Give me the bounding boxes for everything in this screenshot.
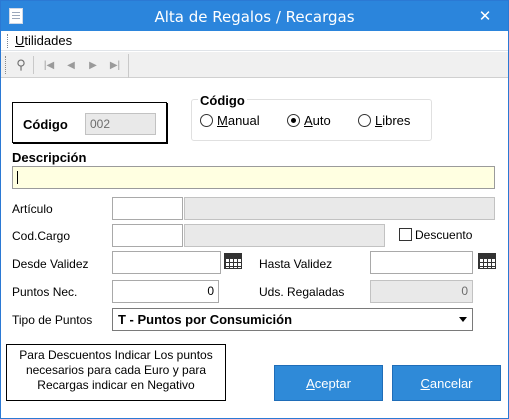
puntos-nec-input[interactable]: 0 xyxy=(112,280,219,303)
menu-utilidades[interactable]: Utilidades xyxy=(15,33,72,48)
accept-button[interactable]: Aceptar xyxy=(274,365,383,401)
puntos-nec-label: Puntos Nec. xyxy=(12,285,78,299)
dialog-window: Alta de Regalos / Recargas ✕ Utilidades … xyxy=(0,0,509,419)
radio-libres[interactable]: Libres xyxy=(358,113,410,128)
help-note: Para Descuentos Indicar Los puntos neces… xyxy=(6,344,226,401)
menu-bar: Utilidades xyxy=(1,31,508,51)
tipo-puntos-selected: T - Puntos por Consumición xyxy=(118,312,293,327)
hasta-validez-input[interactable] xyxy=(370,251,473,274)
codigo-group-label: Código xyxy=(198,93,247,108)
articulo-label: Artículo xyxy=(12,202,53,216)
calendar-icon[interactable] xyxy=(478,253,496,269)
desde-validez-input[interactable] xyxy=(112,251,221,274)
cancel-button[interactable]: Cancelar xyxy=(392,365,501,401)
tipo-puntos-label: Tipo de Puntos xyxy=(12,313,93,327)
chevron-down-icon xyxy=(459,317,467,322)
radio-manual[interactable]: Manual xyxy=(200,113,260,128)
descripcion-input[interactable] xyxy=(12,166,495,189)
previous-record-icon[interactable]: ◀ xyxy=(61,55,81,75)
cod-cargo-label: Cod.Cargo xyxy=(12,229,71,243)
hasta-validez-label: Hasta Validez xyxy=(259,257,333,271)
descuento-checkbox[interactable] xyxy=(399,228,412,241)
articulo-code-input[interactable] xyxy=(112,197,183,220)
last-record-icon[interactable]: ▶| xyxy=(105,55,125,75)
cod-cargo-name-field xyxy=(184,224,385,247)
codigo-label: Código xyxy=(23,117,68,132)
calendar-icon[interactable] xyxy=(224,253,242,269)
tipo-puntos-select[interactable]: T - Puntos por Consumición xyxy=(112,308,473,331)
menu-grip xyxy=(7,34,10,48)
articulo-name-field xyxy=(184,197,495,220)
next-record-icon[interactable]: ▶ xyxy=(83,55,103,75)
binoculars-icon[interactable]: ⚲ xyxy=(11,55,31,75)
text-caret xyxy=(17,171,18,184)
radio-auto[interactable]: Auto xyxy=(287,113,331,128)
uds-regaladas-label: Uds. Regaladas xyxy=(259,285,345,299)
radio-button[interactable] xyxy=(200,114,213,127)
window-title: Alta de Regalos / Recargas xyxy=(154,8,355,26)
radio-button-selected[interactable] xyxy=(287,114,300,127)
title-bar[interactable]: Alta de Regalos / Recargas ✕ xyxy=(1,1,508,31)
codigo-field: 002 xyxy=(85,113,156,135)
toolbar: ⚲ |◀ ◀ ▶ ▶| xyxy=(1,52,508,78)
desde-validez-label: Desde Validez xyxy=(12,257,89,271)
uds-regaladas-field: 0 xyxy=(370,280,473,303)
first-record-icon[interactable]: |◀ xyxy=(39,55,59,75)
toolbar-grip xyxy=(5,56,8,74)
cod-cargo-code-input[interactable] xyxy=(112,224,183,247)
toolbar-separator xyxy=(128,54,129,78)
descuento-label: Descuento xyxy=(415,228,473,242)
toolbar-separator xyxy=(33,56,34,74)
close-button[interactable]: ✕ xyxy=(462,1,508,31)
radio-button[interactable] xyxy=(358,114,371,127)
close-icon: ✕ xyxy=(478,8,492,25)
descripcion-label: Descripción xyxy=(12,150,87,165)
